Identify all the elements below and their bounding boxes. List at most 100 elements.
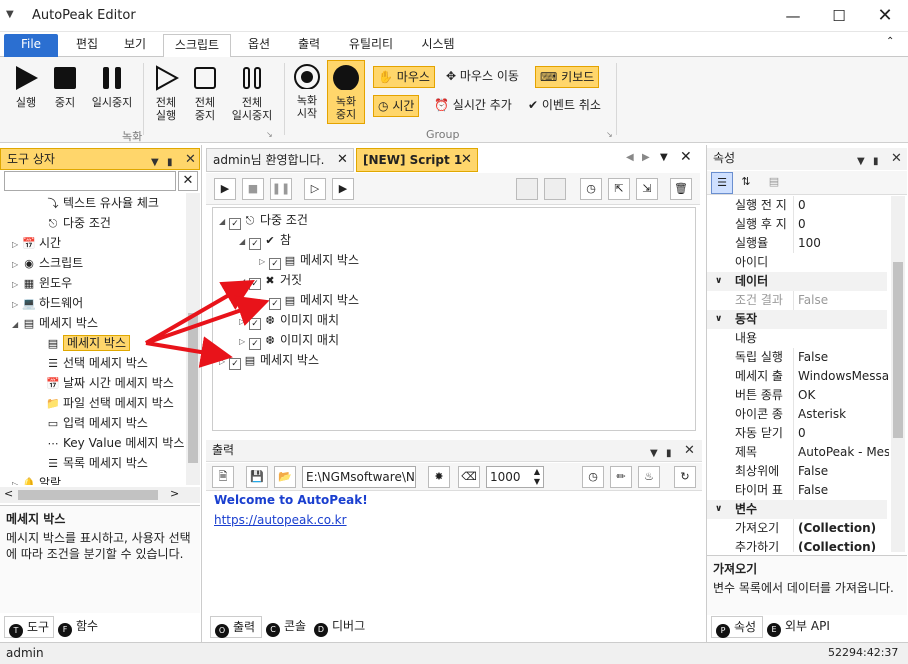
stop-all-button[interactable]: 전체 중지: [188, 65, 222, 122]
tree-item[interactable]: ☰ 선택 메세지 박스: [46, 353, 148, 373]
run-all-button[interactable]: 전체 실행: [148, 65, 184, 122]
horizontal-scrollbar[interactable]: < >: [0, 487, 200, 503]
brush-icon[interactable]: ✏: [610, 466, 632, 488]
tab-properties[interactable]: P 속성: [711, 616, 763, 638]
tab-output[interactable]: 출력: [286, 34, 332, 57]
realtime-add-button[interactable]: ⏰ 실시간 추가: [430, 95, 516, 117]
property-value[interactable]: False: [793, 481, 889, 500]
checkbox[interactable]: ✓: [249, 338, 261, 350]
property-row[interactable]: 실행 전 지 0: [707, 196, 887, 215]
expand-icon[interactable]: ▷: [12, 235, 22, 255]
eraser-icon[interactable]: ⌫: [458, 466, 480, 488]
tab-view[interactable]: 보기: [112, 34, 158, 57]
property-category[interactable]: ∨ 데이터: [707, 272, 887, 291]
tree-item[interactable]: ⋯ Key Value 메세지 박스: [46, 433, 185, 453]
tab-debug[interactable]: D 디버그: [312, 616, 382, 638]
property-value[interactable]: 0: [793, 196, 889, 215]
expand-icon[interactable]: ▷: [219, 352, 229, 372]
property-row[interactable]: 내용: [707, 329, 887, 348]
tab-script[interactable]: 스크립트: [163, 34, 231, 58]
blank-button[interactable]: [516, 178, 538, 200]
property-row[interactable]: 실행 후 지 0: [707, 215, 887, 234]
expand-icon[interactable]: ▷: [12, 475, 22, 485]
property-value[interactable]: (Collection): [793, 538, 889, 552]
property-value[interactable]: False: [793, 462, 889, 481]
sort-alpha-icon[interactable]: ⇅: [735, 172, 757, 194]
dropdown-icon[interactable]: ▼: [857, 152, 865, 172]
mouse-button[interactable]: ✋ 마우스: [373, 66, 435, 88]
checkbox[interactable]: ✓: [269, 258, 281, 270]
spinner-icon[interactable]: ▲ ▼: [534, 467, 540, 487]
tree-node[interactable]: ▷ ✓ ▤ 메세지 박스: [259, 250, 359, 270]
play-icon[interactable]: ▶: [214, 178, 236, 200]
tree-item[interactable]: ◢ ▤ 메세지 박스: [12, 313, 98, 333]
tree-item[interactable]: ▭ 입력 메세지 박스: [46, 413, 148, 433]
collapse-icon[interactable]: ◢: [12, 315, 22, 335]
property-row[interactable]: 버튼 종류 OK: [707, 386, 887, 405]
checkbox[interactable]: ✓: [249, 278, 261, 290]
cancel-event-button[interactable]: ✔ 이벤트 취소: [524, 95, 605, 117]
collapse-ribbon-icon[interactable]: ⌃: [886, 36, 894, 47]
close-icon[interactable]: ✕: [891, 149, 902, 169]
tree-item[interactable]: ▷ 💻 하드웨어: [12, 293, 83, 313]
collapse-icon[interactable]: ◢: [239, 232, 249, 252]
close-icon[interactable]: ✕: [684, 441, 695, 461]
tree-node[interactable]: ◢ ✓ ✔ 참: [239, 230, 291, 250]
property-row[interactable]: 추가하기 (Collection): [707, 538, 887, 552]
output-link[interactable]: https://autopeak.co.kr: [214, 513, 347, 527]
tab-external-api[interactable]: E 외부 API: [765, 616, 845, 638]
stop-button[interactable]: 중지: [48, 65, 82, 109]
app-menu-icon[interactable]: ▼: [6, 9, 14, 20]
property-value[interactable]: OK: [793, 386, 889, 405]
property-category[interactable]: ∨ 동작: [707, 310, 887, 329]
tree-item[interactable]: ▷ 🔔 알람: [12, 473, 61, 485]
max-lines-stepper[interactable]: 1000 ▲ ▼: [486, 466, 544, 488]
property-value[interactable]: (Collection): [793, 519, 889, 538]
clock-icon[interactable]: ◷: [582, 466, 604, 488]
collapse-icon[interactable]: ◢: [219, 212, 229, 232]
property-category[interactable]: ∨ 변수: [707, 500, 887, 519]
tab-functions[interactable]: F 함수: [56, 616, 106, 638]
step-icon[interactable]: ▷: [304, 178, 326, 200]
fill-icon[interactable]: ♨: [638, 466, 660, 488]
property-row[interactable]: 실행율 100: [707, 234, 887, 253]
vertical-scrollbar[interactable]: [186, 193, 200, 485]
tree-node[interactable]: ▷ ✓ ▤ 메세지 박스: [259, 290, 359, 310]
dropdown-icon[interactable]: ▼: [151, 153, 159, 173]
collapse-icon[interactable]: ∨: [715, 500, 722, 519]
folder-open-icon[interactable]: 📂: [274, 466, 296, 488]
record-start-button[interactable]: 녹화 시작: [289, 63, 325, 120]
close-tab-icon[interactable]: ✕: [461, 149, 472, 171]
save-icon[interactable]: 💾: [246, 466, 268, 488]
collapse-icon[interactable]: ◢: [239, 272, 249, 292]
property-row[interactable]: 메세지 출 WindowsMessage: [707, 367, 889, 386]
checkbox[interactable]: ✓: [249, 238, 261, 250]
refresh-icon[interactable]: ◷: [580, 178, 602, 200]
close-tab-icon[interactable]: ✕: [337, 149, 348, 171]
group-expand-icon[interactable]: ↘: [266, 130, 273, 139]
tab-system[interactable]: 시스템: [410, 34, 466, 57]
close-button[interactable]: ✕: [862, 0, 908, 32]
property-row[interactable]: 타이머 표 False: [707, 481, 887, 500]
group-expand-icon[interactable]: ↘: [606, 130, 613, 139]
pause-icon[interactable]: ❚❚: [270, 178, 292, 200]
property-row[interactable]: 자동 닫기 0: [707, 424, 887, 443]
expand-all-icon[interactable]: ⇱: [608, 178, 630, 200]
expand-icon[interactable]: ▷: [259, 252, 269, 272]
time-button[interactable]: ◷ 시간: [373, 95, 420, 117]
refresh-icon[interactable]: ↻: [674, 466, 696, 488]
expand-icon[interactable]: ▷: [259, 292, 269, 312]
tree-node[interactable]: ▷ ✓ ❆ 이미지 매치: [239, 310, 339, 330]
toolbox-search-input[interactable]: [4, 171, 176, 191]
tab-options[interactable]: 옵션: [236, 34, 282, 57]
checkbox[interactable]: ✓: [269, 298, 281, 310]
collapse-all-icon[interactable]: ⇲: [636, 178, 658, 200]
property-row[interactable]: 독립 실행 False: [707, 348, 887, 367]
tree-item[interactable]: 📁 파일 선택 메세지 박스: [46, 393, 174, 413]
property-row[interactable]: 가져오기 (Collection): [707, 519, 887, 538]
collapse-icon[interactable]: ∨: [715, 310, 722, 329]
editor-tab-script1[interactable]: [NEW] Script 1 ✕: [356, 148, 478, 172]
expand-icon[interactable]: ▷: [12, 275, 22, 295]
pin-icon[interactable]: ▮: [873, 152, 879, 172]
tab-edit[interactable]: 편집: [64, 34, 110, 57]
